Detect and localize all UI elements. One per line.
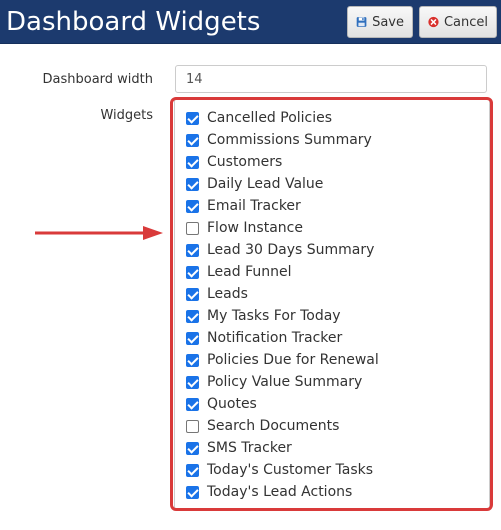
- pointer-arrow-icon: [35, 226, 163, 240]
- checkbox-unchecked[interactable]: [186, 419, 199, 433]
- checkbox-checked[interactable]: [186, 353, 199, 367]
- checkbox-checked[interactable]: [186, 441, 199, 455]
- cancel-button[interactable]: Cancel: [419, 6, 497, 38]
- checkbox-unchecked[interactable]: [186, 221, 199, 235]
- widget-item[interactable]: Today's Customer Tasks: [186, 459, 379, 481]
- widget-item-label: Today's Customer Tasks: [207, 462, 374, 478]
- widget-item[interactable]: Email Tracker: [186, 195, 379, 217]
- widget-item-label: Today's Lead Actions: [207, 484, 353, 500]
- cancel-x-icon: [428, 16, 439, 28]
- widgets-list: Cancelled Policies Commissions Summary Cus…: [186, 107, 379, 503]
- title-bar: Dashboard Widgets Save Cancel: [0, 0, 501, 44]
- widget-item[interactable]: SMS Tracker: [186, 437, 379, 459]
- widget-item-label: Policy Value Summary: [207, 374, 363, 390]
- widget-item-label: Email Tracker: [207, 198, 301, 214]
- widget-item[interactable]: Policy Value Summary: [186, 371, 379, 393]
- checkbox-checked[interactable]: [186, 375, 199, 389]
- widget-item-label: My Tasks For Today: [207, 308, 341, 324]
- checkbox-checked[interactable]: [186, 111, 199, 125]
- save-button[interactable]: Save: [347, 6, 413, 38]
- widget-item[interactable]: Cancelled Policies: [186, 107, 379, 129]
- widget-item[interactable]: My Tasks For Today: [186, 305, 379, 327]
- widget-item[interactable]: Policies Due for Renewal: [186, 349, 379, 371]
- floppy-disk-icon: [356, 17, 367, 27]
- widget-item[interactable]: Commissions Summary: [186, 129, 379, 151]
- widget-item-label: Flow Instance: [207, 220, 303, 236]
- widget-item-label: Leads: [207, 286, 248, 302]
- widget-item[interactable]: Flow Instance: [186, 217, 379, 239]
- widget-item-label: SMS Tracker: [207, 440, 292, 456]
- widgets-label: Widgets: [100, 108, 153, 123]
- widget-item-label: Cancelled Policies: [207, 110, 333, 126]
- widget-item-label: Quotes: [207, 396, 257, 412]
- cancel-button-label: Cancel: [443, 14, 488, 30]
- checkbox-checked[interactable]: [186, 243, 199, 257]
- widget-item[interactable]: Quotes: [186, 393, 379, 415]
- checkbox-checked[interactable]: [186, 485, 199, 499]
- dashboard-width-input[interactable]: [175, 65, 487, 93]
- save-button-label: Save: [372, 14, 404, 30]
- widget-item[interactable]: Lead Funnel: [186, 261, 379, 283]
- widget-item[interactable]: Lead 30 Days Summary: [186, 239, 379, 261]
- widget-item-label: Lead 30 Days Summary: [207, 242, 375, 258]
- widget-item[interactable]: Notification Tracker: [186, 327, 379, 349]
- widget-item-label: Daily Lead Value: [207, 176, 324, 192]
- checkbox-checked[interactable]: [186, 309, 199, 323]
- widget-item-label: Commissions Summary: [207, 132, 372, 148]
- checkbox-checked[interactable]: [186, 463, 199, 477]
- widget-item[interactable]: Today's Lead Actions: [186, 481, 379, 503]
- widget-item[interactable]: Search Documents: [186, 415, 379, 437]
- dashboard-width-label: Dashboard width: [42, 72, 154, 87]
- widget-item[interactable]: Leads: [186, 283, 379, 305]
- checkbox-checked[interactable]: [186, 199, 199, 213]
- widget-item[interactable]: Customers: [186, 151, 379, 173]
- widget-item-label: Notification Tracker: [207, 330, 343, 346]
- checkbox-checked[interactable]: [186, 133, 199, 147]
- widget-item-label: Lead Funnel: [207, 264, 292, 280]
- checkbox-checked[interactable]: [186, 177, 199, 191]
- widget-item[interactable]: Daily Lead Value: [186, 173, 379, 195]
- checkbox-checked[interactable]: [186, 155, 199, 169]
- checkbox-checked[interactable]: [186, 265, 199, 279]
- widget-item-label: Search Documents: [207, 418, 340, 434]
- checkbox-checked[interactable]: [186, 331, 199, 345]
- page-title: Dashboard Widgets: [6, 7, 261, 37]
- widget-item-label: Policies Due for Renewal: [207, 352, 379, 368]
- checkbox-checked[interactable]: [186, 287, 199, 301]
- widget-item-label: Customers: [207, 154, 283, 170]
- checkbox-checked[interactable]: [186, 397, 199, 411]
